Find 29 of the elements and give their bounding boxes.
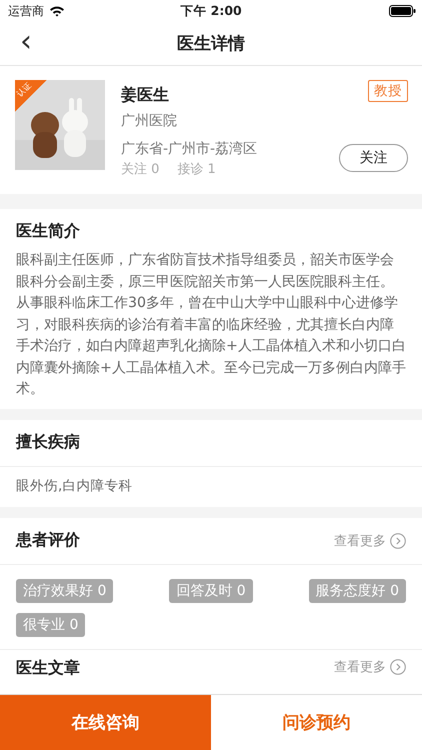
chevron-icon bbox=[390, 532, 406, 548]
more-link[interactable]: 查看更多 bbox=[334, 532, 406, 550]
review-tag: 很专业 0 bbox=[16, 612, 86, 636]
region-text: 广东省-广州市-荔湾区 bbox=[121, 140, 258, 158]
battery-icon bbox=[389, 5, 416, 17]
verified-ribbon: 认证 bbox=[15, 80, 47, 112]
carrier-name: 运营商 bbox=[8, 2, 44, 20]
section-heading: 患者评价 bbox=[16, 530, 80, 551]
stat-text: 关注 0 bbox=[121, 161, 160, 178]
follow-button[interactable]: 关注 bbox=[339, 144, 408, 172]
section-heading: 医生简介 bbox=[16, 221, 81, 242]
review-tag: 治疗效果好 0 bbox=[16, 578, 114, 602]
page-title: 医生详情 bbox=[177, 33, 245, 55]
title-tag: 教授 bbox=[368, 80, 408, 102]
chevron-icon bbox=[390, 658, 406, 674]
wifi-icon bbox=[49, 5, 65, 17]
more-link[interactable]: 查看更多 bbox=[334, 658, 406, 676]
hospital-name: 广州医院 bbox=[121, 112, 178, 130]
stat-text: 接诊 1 bbox=[177, 161, 216, 178]
clock-time: 下午 2:00 bbox=[180, 2, 242, 20]
section-heading: 擅长疾病 bbox=[16, 432, 80, 453]
intro-paragraph: 眼科副主任医师，广东省防盲技术指导组委员，韶关市医学会眼科分会副主委，原三甲医院韶关市第一人民医院眼科主任。从事眼科临床工作30多年，曾在中山大学中山眼科中心进修学习，对眼科疾病的诊治有着丰富的临床经验，尤其擅长白内障手术治疗，如白内障超声乳化摘除+人工晶体植入术和小切口白内障囊外摘除+人工晶体植入术。至今已完成一万多例白内障手术。 bbox=[16, 251, 406, 399]
doctor-name: 姜医生 bbox=[121, 85, 169, 106]
section-heading: 医生文章 bbox=[16, 658, 80, 678]
review-tag: 回答及时 0 bbox=[169, 578, 253, 602]
back-button[interactable]: ‹ bbox=[16, 28, 36, 56]
action-button[interactable]: 在线咨询 bbox=[0, 695, 211, 750]
specialty-text: 眼外伤,白内障专科 bbox=[16, 476, 132, 496]
review-tag: 服务态度好 0 bbox=[308, 578, 406, 602]
